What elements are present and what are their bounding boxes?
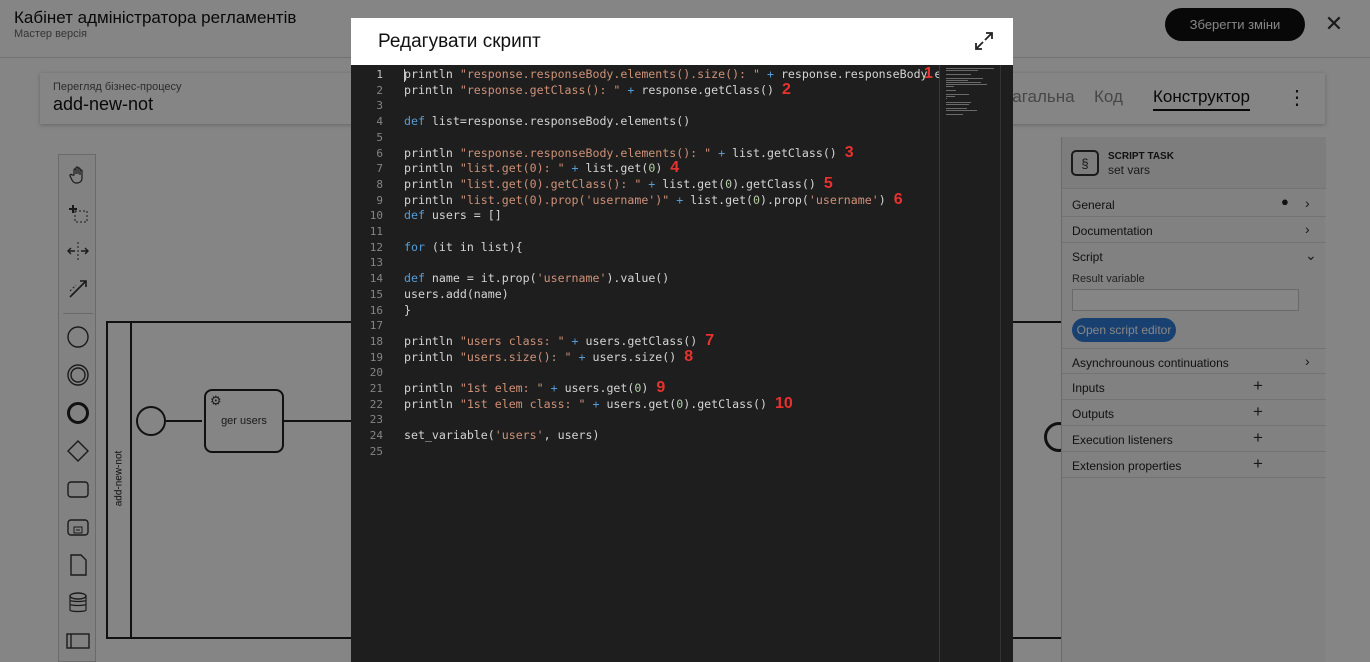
minimap-line (946, 78, 984, 79)
code-line[interactable]: println "response.responseBody.elements(… (404, 67, 939, 83)
code-line[interactable]: println "response.responseBody.elements(… (404, 146, 837, 162)
minimap-line (946, 96, 955, 97)
line-number: 23 (369, 413, 383, 427)
minimap-line (946, 86, 955, 87)
line-number: 6 (376, 146, 383, 160)
code-line[interactable]: println "list.get(0).getClass(): " + lis… (404, 177, 816, 193)
annotation-number: 8 (684, 347, 694, 365)
line-number: 24 (369, 429, 383, 443)
code-line[interactable]: set_variable('users', users) (404, 428, 599, 444)
code-area[interactable]: println "response.responseBody.elements(… (404, 65, 939, 662)
modal-header: Редагувати скрипт (351, 18, 1013, 65)
annotation-number: 5 (823, 174, 833, 192)
code-line[interactable]: users.add(name) (404, 287, 509, 303)
line-number: 4 (376, 115, 383, 129)
minimap-line (946, 98, 947, 99)
line-number: 8 (376, 177, 383, 191)
line-number: 18 (369, 334, 383, 348)
line-number: 14 (369, 272, 383, 286)
minimap-line (946, 102, 972, 103)
code-line[interactable]: def list=response.responseBody.elements(… (404, 114, 690, 130)
code-line[interactable]: println "response.getClass(): " + respon… (404, 83, 774, 99)
annotation-number: 9 (656, 379, 666, 396)
annotation-number: 6 (893, 190, 903, 208)
line-number: 12 (369, 240, 383, 254)
line-number: 21 (369, 382, 383, 395)
code-line[interactable]: println "1st elem: " + users.get(0) (404, 381, 648, 397)
text-cursor (404, 69, 405, 82)
code-line[interactable]: for (it in list){ (404, 240, 523, 256)
annotation-number: 2 (781, 80, 791, 98)
line-number: 1 (376, 68, 383, 81)
line-number: 3 (376, 99, 383, 113)
code-line[interactable]: println "users.size(): " + users.size() (404, 350, 676, 366)
modal-title: Редагувати скрипт (378, 31, 541, 52)
minimap-line (946, 74, 971, 75)
minimap-line (946, 110, 978, 111)
line-number: 22 (369, 397, 383, 411)
minimap-line (946, 80, 969, 81)
annotation-number: 4 (670, 159, 680, 177)
minimap-line (946, 82, 982, 83)
line-number: 16 (369, 303, 383, 317)
annotation-number: 10 (775, 394, 793, 412)
minimap-line (946, 70, 978, 71)
code-editor[interactable]: 1 2 3 4 5 6 7 8 9 10 11 12 13 14 15 16 17 18 19 20 21 22 23 24 2… (351, 65, 1013, 662)
line-number: 11 (369, 225, 383, 238)
code-line[interactable]: println "list.get(0).prop('username')" +… (404, 193, 886, 209)
line-number: 7 (376, 162, 383, 176)
line-number: 5 (376, 130, 383, 144)
minimap-line (946, 94, 969, 95)
code-minimap[interactable] (939, 65, 1000, 662)
minimap-line (946, 84, 988, 85)
code-line[interactable]: def name = it.prop('username').value() (404, 271, 669, 287)
expand-icon[interactable] (973, 30, 995, 52)
line-number: 25 (369, 444, 383, 458)
code-line[interactable]: def users = [] (404, 208, 502, 224)
line-number: 20 (369, 366, 383, 380)
code-line[interactable]: println "list.get(0): " + list.get(0) (404, 161, 662, 177)
line-number: 9 (376, 193, 383, 207)
minimap-line (946, 90, 957, 91)
line-number: 13 (369, 256, 383, 270)
minimap-line (946, 108, 967, 109)
line-number: 17 (369, 319, 383, 333)
code-line[interactable]: } (404, 303, 411, 319)
annotation-number: 1 (924, 65, 933, 82)
minimap-line (946, 114, 963, 115)
vertical-scrollbar[interactable] (1000, 65, 1013, 662)
minimap-line (946, 68, 994, 69)
annotation-number: 3 (844, 143, 854, 161)
edit-script-modal: Редагувати скрипт 1 2 3 4 5 6 7 8 9 10 11 12 13 14 15 1… (351, 18, 1013, 662)
code-line[interactable]: println "users class: " + users.getClass… (404, 334, 697, 350)
annotation-number: 7 (705, 331, 715, 349)
line-number: 15 (369, 287, 383, 301)
line-number: 19 (369, 350, 383, 364)
line-number: 10 (369, 209, 383, 223)
code-line[interactable]: println "1st elem class: " + users.get(0… (404, 397, 767, 413)
minimap-line (946, 104, 970, 105)
line-number-gutter: 1 2 3 4 5 6 7 8 9 10 11 12 13 14 15 16 17 18 19 20 21 22 23 24 2… (351, 65, 401, 662)
line-number: 2 (376, 83, 383, 97)
